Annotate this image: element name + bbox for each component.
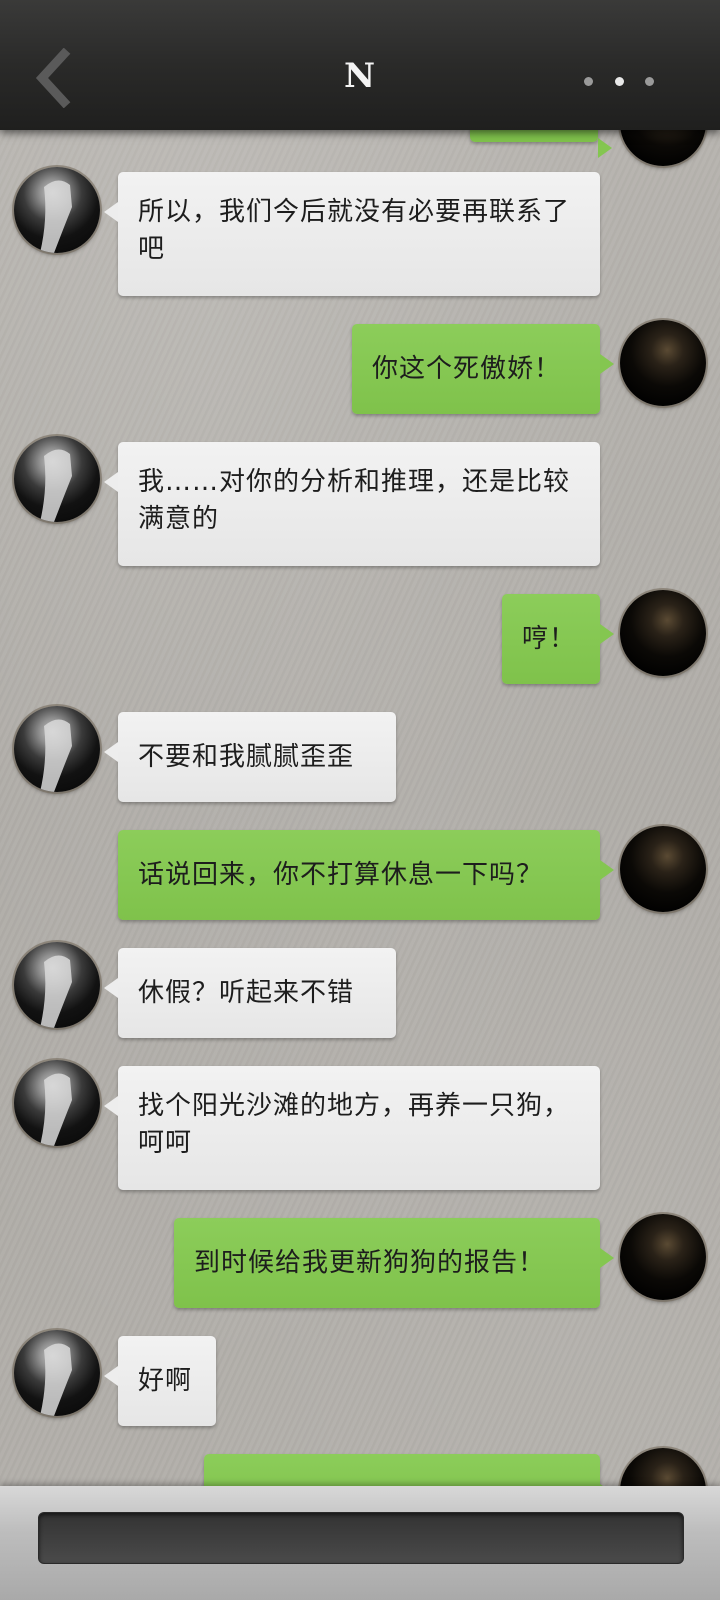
more-dots-icon <box>584 76 593 86</box>
message-text: 你这个死傲娇！ <box>372 353 562 384</box>
message-bubble-incoming: 好啊 <box>104 1336 216 1426</box>
input-bar <box>0 1486 720 1600</box>
message-bubble-outgoing: 到时候给我更新狗狗的报告！ <box>174 1218 614 1308</box>
message-text: 我……对你的分析和推理，还是比较满意的 <box>138 467 571 534</box>
more-dots-icon <box>614 76 624 86</box>
avatar-contact <box>14 1060 100 1146</box>
message-bubble-outgoing: 你这个死傲娇！ <box>352 324 614 414</box>
avatar-contact <box>14 167 100 253</box>
message-text: 到时候给我更新狗狗的报告！ <box>194 1247 546 1278</box>
message-bubble-incoming: 不要和我腻腻歪歪 <box>104 712 396 802</box>
message-text: 不要和我腻腻歪歪 <box>138 741 355 772</box>
avatar-contact <box>14 1330 100 1416</box>
message-bubble-incoming: 我……对你的分析和推理，还是比较满意的 <box>104 442 600 566</box>
message-text: 好啊 <box>138 1365 193 1396</box>
message-bubble-incoming: 所以，我们今后就没有必要再联系了吧 <box>104 172 600 296</box>
chat-header: N <box>0 0 720 130</box>
message-bubble-outgoing: 话说回来，你不打算休息一下吗？ <box>118 830 614 920</box>
avatar-me <box>620 320 706 406</box>
avatar-contact <box>14 706 100 792</box>
more-dots-icon <box>645 76 654 86</box>
avatar-me <box>620 826 706 912</box>
message-bubble-incoming: 找个阳光沙滩的地方，再养一只狗，呵呵 <box>104 1066 600 1190</box>
avatar-contact <box>14 436 100 522</box>
message-text: 哼！ <box>522 623 577 654</box>
message-bubble-incoming: 休假？听起来不错 <box>104 948 396 1038</box>
message-input[interactable] <box>38 1512 684 1564</box>
message-bubble-outgoing: 哼！ <box>502 594 614 684</box>
message-text: 找个阳光沙滩的地方，再养一只狗，呵呵 <box>138 1091 571 1158</box>
avatar-contact <box>14 942 100 1028</box>
avatar-me <box>620 590 706 676</box>
avatar-me <box>620 1214 706 1300</box>
more-options-button[interactable] <box>584 74 654 88</box>
message-text: 休假？听起来不错 <box>138 977 355 1008</box>
message-text: 话说回来，你不打算休息一下吗？ <box>138 859 544 890</box>
message-text: 所以，我们今后就没有必要再联系了吧 <box>138 197 571 264</box>
